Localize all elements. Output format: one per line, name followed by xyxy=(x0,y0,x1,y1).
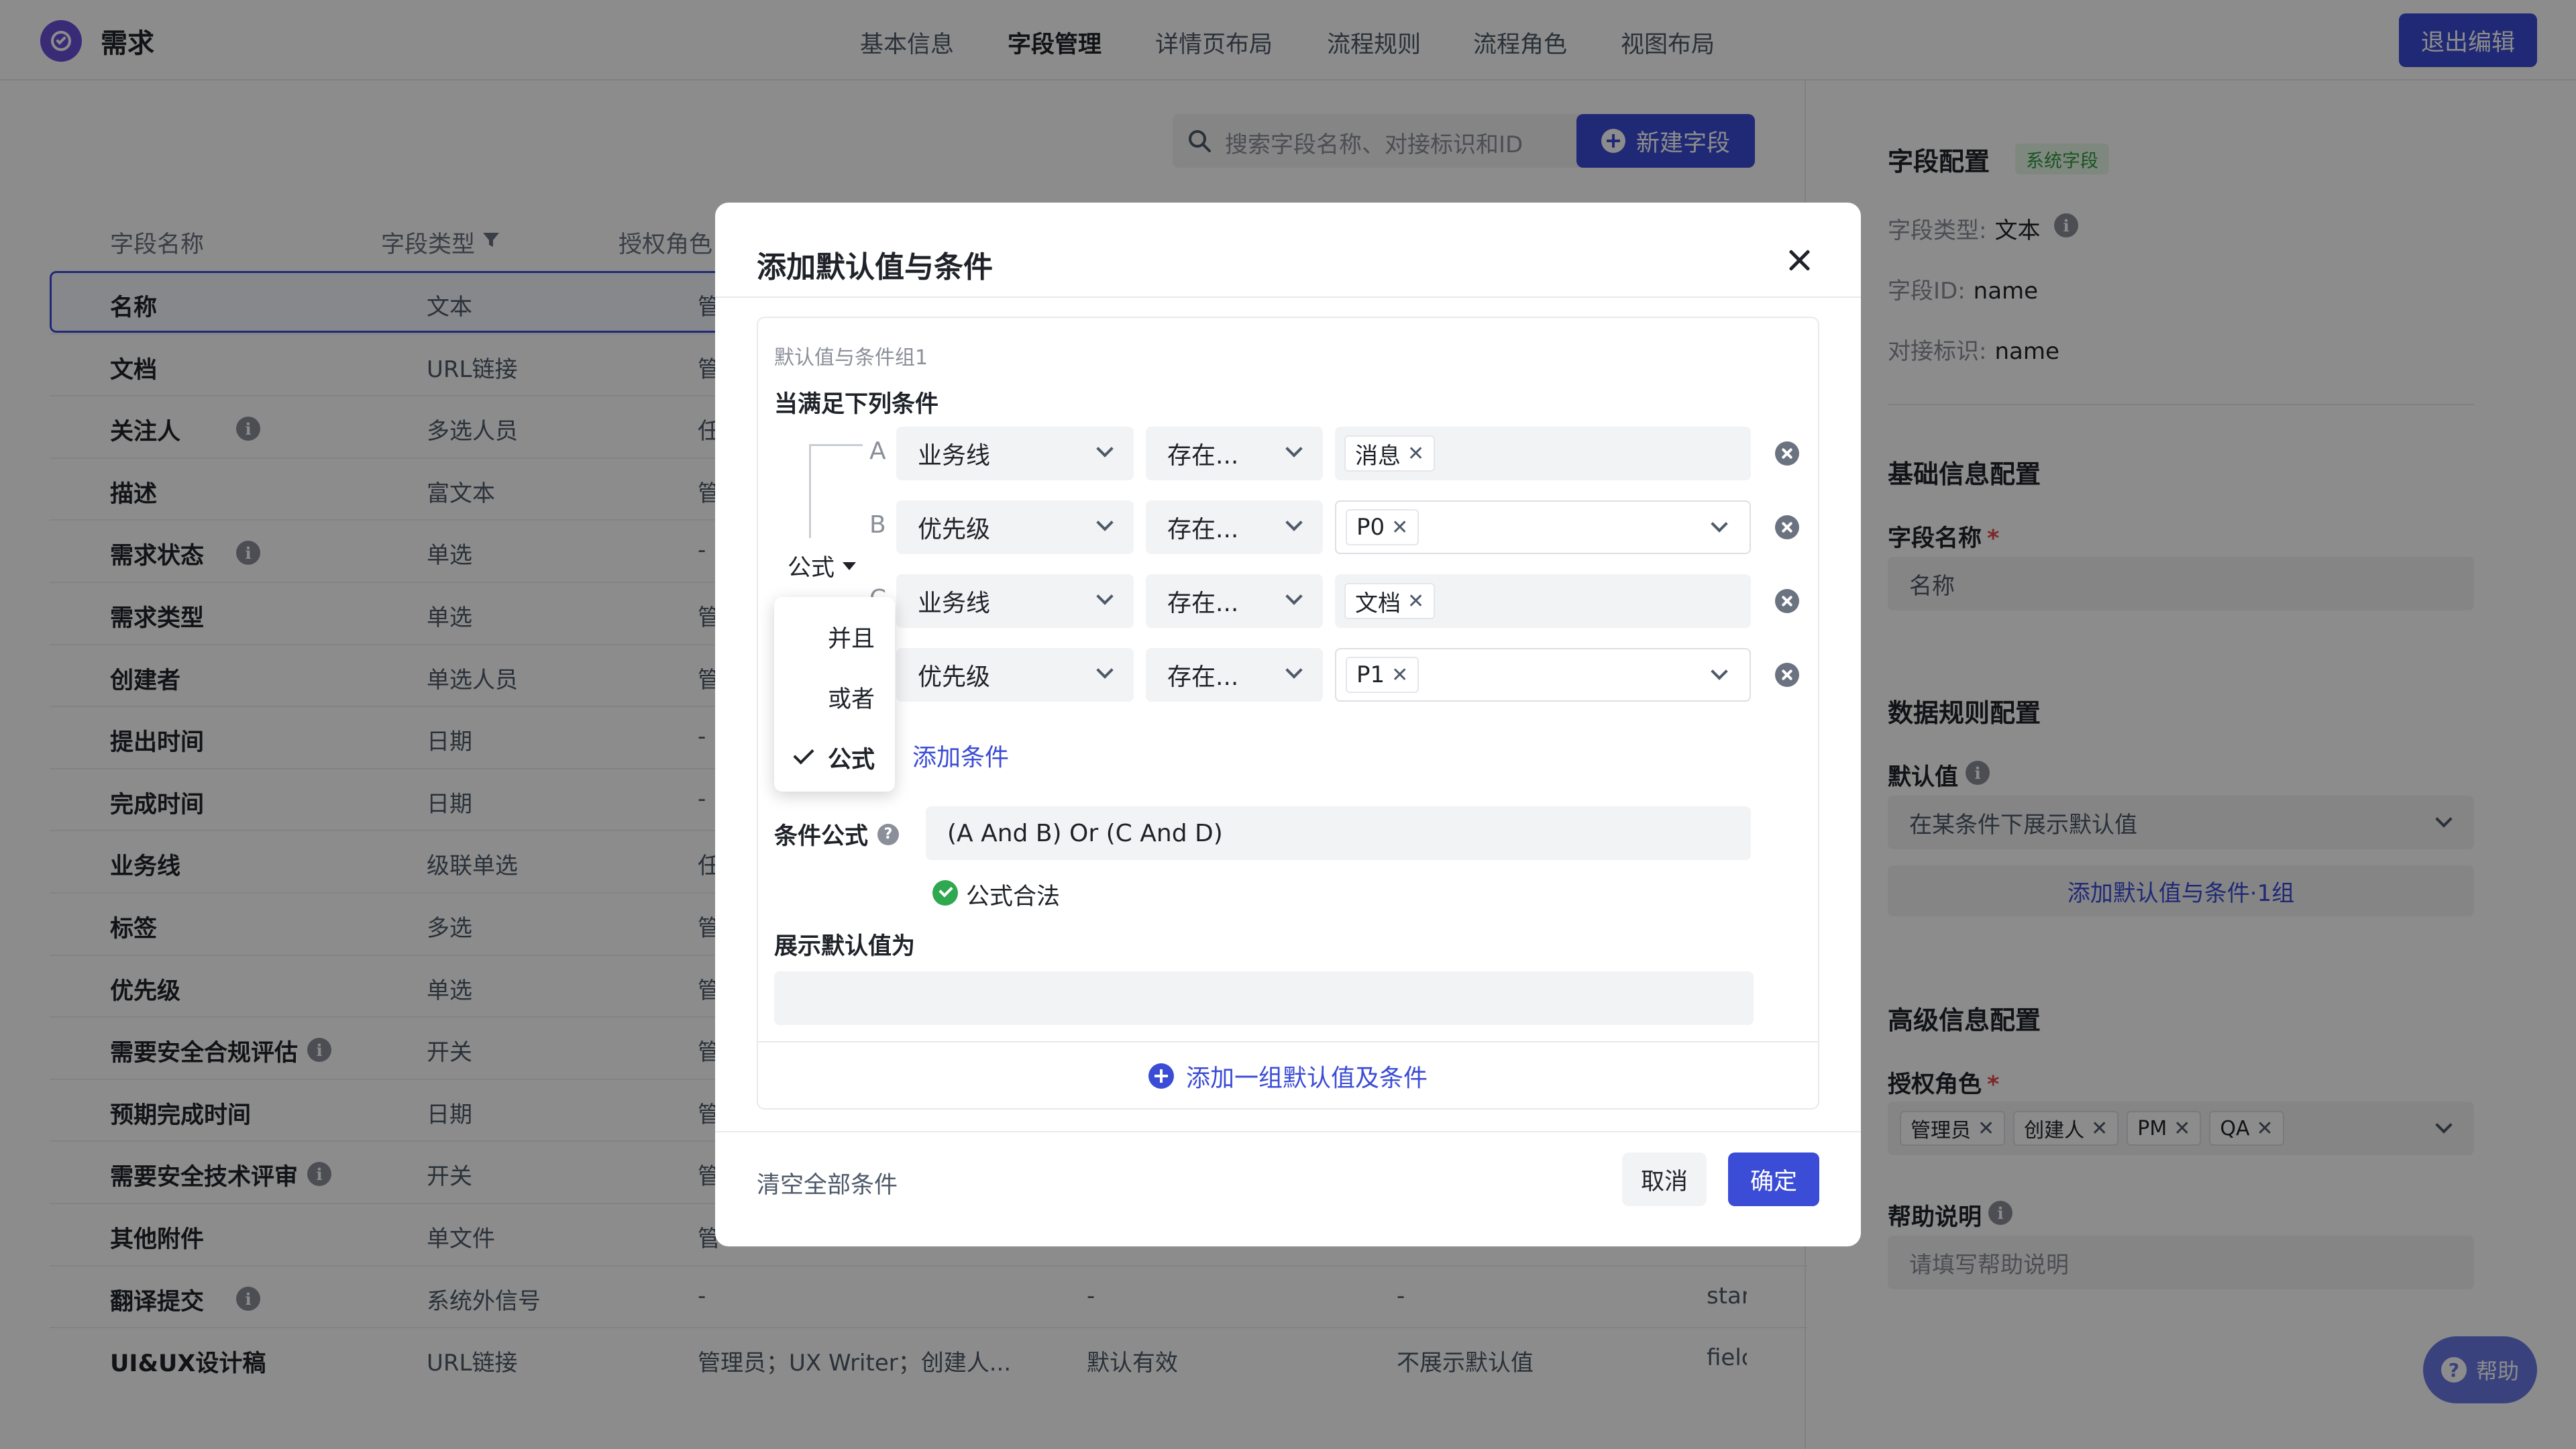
condition-letter: A xyxy=(869,437,886,465)
confirm-button[interactable]: 确定 xyxy=(1728,1152,1819,1206)
value-tag: P1 ✕ xyxy=(1346,657,1419,693)
remove-condition-icon[interactable] xyxy=(1775,663,1799,687)
condition-value-input[interactable]: P1 ✕ xyxy=(1335,648,1751,702)
chevron-down-icon xyxy=(1096,440,1114,458)
clear-all-button[interactable]: 清空全部条件 xyxy=(757,1166,898,1200)
add-group-button[interactable]: 添加一组默认值及条件 xyxy=(1148,1059,1428,1093)
condition-letter: B xyxy=(869,511,886,539)
condition-operator-select[interactable]: 存在... xyxy=(1146,427,1323,480)
formula-valid-text: 公式合法 xyxy=(966,883,1061,910)
logic-option-and[interactable]: 并且 xyxy=(828,620,875,654)
chevron-down-icon xyxy=(1096,661,1114,679)
default-value-input[interactable] xyxy=(774,971,1754,1025)
chevron-down-icon xyxy=(1285,661,1303,679)
condition-operator-select[interactable]: 存在... xyxy=(1146,574,1323,628)
value-tag: P0 ✕ xyxy=(1346,509,1419,545)
help-icon[interactable]: ? xyxy=(877,823,900,845)
check-circle-icon xyxy=(932,880,958,906)
condition-field-select[interactable]: 业务线 xyxy=(896,574,1134,628)
dialog-title: 添加默认值与条件 xyxy=(757,250,993,284)
add-condition-button[interactable]: 添加条件 xyxy=(912,738,1009,773)
condition-operator-select[interactable]: 存在... xyxy=(1146,500,1323,554)
remove-condition-icon[interactable] xyxy=(1775,589,1799,613)
remove-condition-icon[interactable] xyxy=(1775,441,1799,466)
divider xyxy=(758,1041,1818,1042)
plus-circle-icon xyxy=(1148,1063,1174,1089)
condition-operator-select[interactable]: 存在... xyxy=(1146,648,1323,702)
condition-field-select[interactable]: 优先级 xyxy=(896,648,1134,702)
formula-label: 条件公式? xyxy=(774,817,900,851)
condition-title: 当满足下列条件 xyxy=(774,391,939,418)
close-icon[interactable]: ✕ xyxy=(1407,442,1424,466)
divider xyxy=(715,1131,1861,1132)
close-icon[interactable] xyxy=(1784,246,1814,275)
logic-bracket xyxy=(809,444,863,538)
value-tag: 消息 ✕ xyxy=(1344,435,1436,472)
show-default-label: 展示默认值为 xyxy=(774,933,916,960)
logic-option-or[interactable]: 或者 xyxy=(828,680,875,714)
remove-condition-icon[interactable] xyxy=(1775,515,1799,539)
condition-value-input[interactable]: 消息 ✕ xyxy=(1335,427,1751,480)
cancel-button[interactable]: 取消 xyxy=(1622,1152,1707,1206)
condition-value-input[interactable]: 文档 ✕ xyxy=(1335,574,1751,628)
close-icon[interactable]: ✕ xyxy=(1407,590,1424,613)
logic-option-formula[interactable]: 公式 xyxy=(828,741,875,775)
chevron-down-icon xyxy=(1096,588,1114,605)
caret-down-icon xyxy=(843,561,857,570)
condition-field-select[interactable]: 业务线 xyxy=(896,427,1134,480)
divider xyxy=(715,297,1861,298)
close-icon[interactable]: ✕ xyxy=(1391,663,1408,687)
group-label: 默认值与条件组1 xyxy=(774,346,928,370)
condition-field-select[interactable]: 优先级 xyxy=(896,500,1134,554)
chevron-down-icon xyxy=(1285,440,1303,458)
value-tag: 文档 ✕ xyxy=(1344,583,1436,619)
formula-input[interactable]: (A And B) Or (C And D) xyxy=(926,806,1751,860)
chevron-down-icon xyxy=(1096,514,1114,531)
logic-mode-toggle[interactable]: 公式 xyxy=(788,549,857,583)
close-icon[interactable]: ✕ xyxy=(1391,516,1408,539)
chevron-down-icon xyxy=(1285,514,1303,531)
chevron-down-icon xyxy=(1711,663,1728,680)
chevron-down-icon xyxy=(1285,588,1303,605)
condition-value-input[interactable]: P0 ✕ xyxy=(1335,500,1751,554)
chevron-down-icon xyxy=(1711,515,1728,533)
